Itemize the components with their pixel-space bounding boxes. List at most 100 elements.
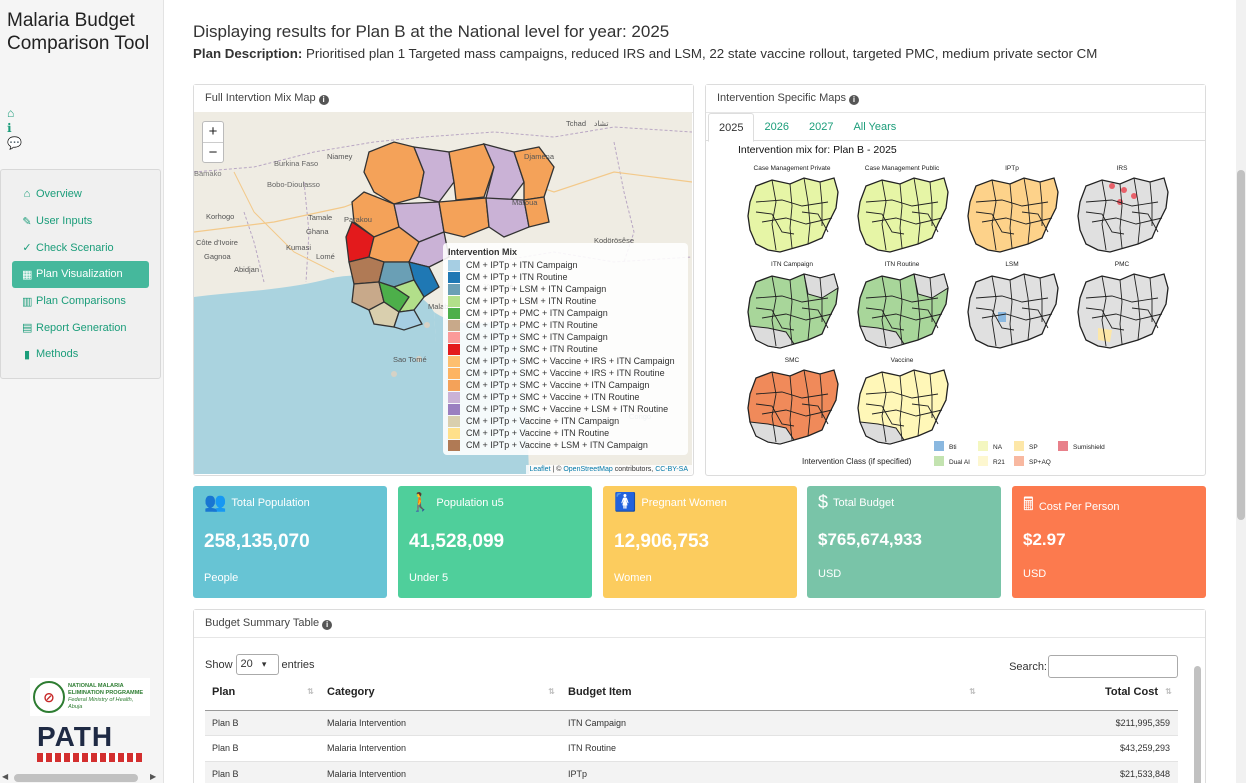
path-logo: PATH	[37, 721, 114, 752]
legend-label: CM + IPTp + PMC + ITN Campaign	[466, 308, 608, 318]
legend-item: CM + IPTp + SMC + Vaccine + LSM + ITN Ro…	[448, 403, 683, 415]
facet-panel: Vaccine	[857, 357, 949, 445]
column-header-category[interactable]: Category ⇅	[320, 675, 561, 711]
tab-2027[interactable]: 2027	[799, 113, 843, 140]
table-row[interactable]: Plan B Malaria Intervention ITN Routine $43…	[205, 735, 1178, 762]
scroll-left-icon[interactable]: ◀	[2, 772, 8, 781]
value-box-header: 👥 Total Population	[204, 492, 310, 513]
value-box-header: $ Total Budget	[818, 492, 894, 513]
info-icon[interactable]: i	[322, 620, 333, 630]
sidebar-item-report-generation[interactable]: ▤ Report Generation	[12, 314, 149, 341]
value-box-total-population: 👥 Total Population 258,135,070 People	[193, 486, 387, 598]
value-box-subtitle: USD	[1023, 568, 1047, 580]
table-cell: Plan B	[205, 761, 320, 783]
cc-by-sa-link[interactable]: CC-BY-SA	[655, 466, 688, 473]
legend-swatch	[448, 271, 460, 283]
legend-item: CM + IPTp + ITN Campaign	[448, 259, 683, 271]
facet-region-shape	[1131, 193, 1137, 199]
leaflet-map[interactable]: + − Tchad تشاد Niamey Burkina Faso Bamako Bob…	[194, 112, 692, 474]
map-place-label: Djaména	[524, 152, 555, 161]
value-box-value: 41,528,099	[409, 531, 505, 552]
zoom-out-button[interactable]: −	[203, 142, 223, 162]
legend-item: CM + IPTp + SMC + Vaccine + ITN Campaign	[448, 379, 683, 391]
table-scrollbar[interactable]	[1194, 666, 1201, 783]
specific-maps-title: Intervention Specific Maps	[717, 92, 847, 104]
tab-2026[interactable]: 2026	[754, 113, 798, 140]
facet-map-plot: Intervention mix for: Plan B - 2025 Case …	[738, 144, 1169, 466]
sort-icon: ⇅	[1165, 687, 1172, 696]
tab-2025[interactable]: 2025	[708, 113, 755, 142]
legend-swatch	[448, 403, 460, 415]
legend-item: CM + IPTp + SMC + Vaccine + ITN Routine	[448, 391, 683, 403]
facet-legend-label: Dual AI	[949, 459, 970, 466]
sidebar-item-label: Check Scenario	[36, 241, 114, 254]
legend-label: CM + IPTp + SMC + Vaccine + ITN Routine	[466, 392, 640, 402]
column-header-total-cost[interactable]: Total Cost ⇅	[982, 675, 1178, 711]
map-place-label: Bobo-Dioulasso	[267, 180, 320, 189]
zoom-in-button[interactable]: +	[203, 122, 223, 142]
legend-label: CM + IPTp + SMC + Vaccine + IRS + ITN Ro…	[466, 368, 665, 378]
table-cell: $211,995,359	[982, 710, 1178, 736]
table-row[interactable]: Plan B Malaria Intervention ITN Campaign $2…	[205, 710, 1178, 736]
sidebar-item-plan-visualization[interactable]: ▦ Plan Visualization	[12, 261, 149, 288]
entries-control: Show 20 ▾ entries	[205, 654, 315, 675]
value-box-subtitle: People	[204, 572, 239, 584]
legend-item: CM + IPTp + LSM + ITN Routine	[448, 295, 683, 307]
sidebar-item-user-inputs[interactable]: ✎ User Inputs	[12, 208, 149, 235]
legend-label: CM + IPTp + SMC + Vaccine + ITN Campaign	[466, 380, 650, 390]
info-icon[interactable]: i	[849, 95, 860, 105]
feedback-icon[interactable]: 💬	[7, 136, 22, 151]
value-box-subtitle: Women	[614, 572, 652, 584]
value-box-header: 🚶 Population u5	[409, 492, 504, 513]
specific-maps-card: Intervention Specific Maps i 2025 2026 2027…	[705, 84, 1206, 476]
check-icon: ✓	[22, 242, 32, 255]
facet-legend-swatch	[934, 441, 944, 451]
map-place-label: Maroua	[512, 198, 538, 207]
chevron-down-icon: ▾	[261, 659, 267, 669]
map-place-label: تشاد	[594, 119, 609, 128]
home-icon[interactable]: ⌂	[7, 106, 22, 121]
nmep-logo-line1: NATIONAL MALARIA	[68, 683, 124, 689]
map-place-label: Parakou	[344, 215, 372, 224]
column-header-budget-item[interactable]: Budget Item ⇅	[561, 675, 982, 711]
legend-label: CM + IPTp + SMC + ITN Routine	[466, 344, 598, 354]
legend-item: CM + IPTp + PMC + ITN Routine	[448, 319, 683, 331]
sidebar-item-methods[interactable]: ▮ Methods	[12, 341, 149, 368]
value-box-title: Total Budget	[833, 496, 895, 509]
value-box-total-budget: $ Total Budget $765,674,933 USD	[807, 486, 1001, 598]
entries-select[interactable]: 20 ▾	[235, 654, 279, 675]
sidebar-item-plan-comparisons[interactable]: ▥ Plan Comparisons	[12, 288, 149, 315]
facet-legend-swatch	[978, 456, 988, 466]
map-place-label: Niamey	[327, 152, 353, 161]
value-box-title: Cost Per Person	[1038, 501, 1120, 513]
osm-link[interactable]: OpenStreetMap	[563, 466, 612, 473]
info-icon[interactable]: ℹ	[7, 121, 22, 136]
value-box-subtitle: USD	[818, 568, 842, 580]
map-icon: ▦	[22, 268, 33, 281]
table-body: Plan B Malaria Intervention ITN Campaign $2…	[205, 710, 1178, 783]
plan-description-text: Prioritised plan 1 Targeted mass campaig…	[302, 46, 1098, 61]
sidebar-item-check-scenario[interactable]: ✓ Check Scenario	[12, 234, 149, 261]
column-header-plan[interactable]: Plan ⇅	[205, 675, 320, 711]
facet-plot-title: Intervention mix for: Plan B - 2025	[738, 144, 897, 156]
facet-legend-label: SP	[1029, 444, 1038, 451]
legend-item: CM + IPTp + ITN Routine	[448, 271, 683, 283]
legend-swatch	[448, 307, 460, 319]
sidebar-item-overview[interactable]: ⌂ Overview	[12, 181, 149, 208]
map-legend-rows: CM + IPTp + ITN Campaign CM + IPTp + ITN …	[448, 259, 683, 451]
value-box-value: $2.97	[1023, 530, 1066, 549]
sidebar-horizontal-scrollbar[interactable]	[14, 774, 138, 782]
page-scrollbar-thumb[interactable]	[1237, 170, 1245, 520]
table-row[interactable]: Plan B Malaria Intervention IPTp $21,533,84…	[205, 761, 1178, 783]
specific-maps-header: Intervention Specific Maps i	[706, 85, 1205, 113]
scroll-right-icon[interactable]: ▶	[150, 772, 156, 781]
legend-label: CM + IPTp + ITN Campaign	[466, 260, 578, 270]
leaflet-link[interactable]: Leaflet	[530, 466, 551, 473]
info-icon[interactable]: i	[318, 95, 329, 105]
map-place-label: Côte d'Ivoire	[196, 238, 238, 247]
file-icon: ▤	[22, 322, 33, 335]
tab-all-years[interactable]: All Years	[843, 113, 906, 140]
map-place-label: Tamale	[308, 213, 333, 222]
path-logo-pattern	[37, 753, 142, 762]
legend-item: CM + IPTp + SMC + ITN Routine	[448, 343, 683, 355]
